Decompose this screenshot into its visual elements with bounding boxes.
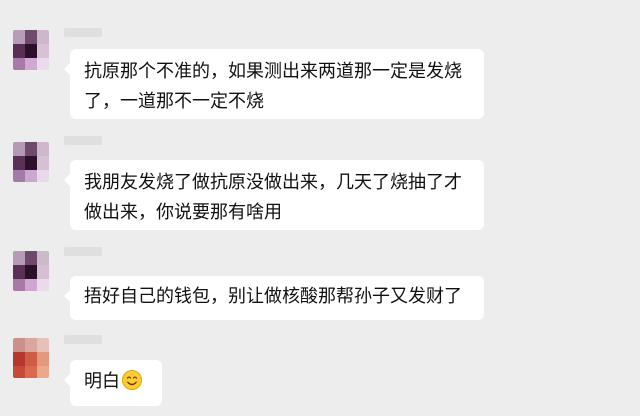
avatar[interactable]	[13, 30, 49, 70]
message-text-line: 了，一道那不一定不烧	[84, 91, 264, 112]
chat-thread: 抗原那个不准的，如果测出来两道那一定是发烧 了，一道那不一定不烧 我朋友发烧了做…	[0, 0, 640, 416]
avatar[interactable]	[13, 251, 49, 291]
sender-name	[64, 247, 102, 256]
message-bubble[interactable]: 我朋友发烧了做抗原没做出来，几天了烧抽了才 做出来，你说要那有啥用	[64, 160, 484, 230]
message-bubble[interactable]: 明白	[64, 360, 162, 406]
avatar[interactable]	[13, 338, 49, 378]
message-text-line: 抗原那个不准的，如果测出来两道那一定是发烧	[84, 61, 462, 82]
message-text-line: 我朋友发烧了做抗原没做出来，几天了烧抽了才	[84, 172, 462, 193]
message-bubble[interactable]: 抗原那个不准的，如果测出来两道那一定是发烧 了，一道那不一定不烧	[64, 49, 484, 119]
message-text-line: 捂好自己的钱包，别让做核酸那帮孙子又发财了	[84, 286, 462, 307]
message-text: 明白	[84, 371, 120, 392]
sender-name	[64, 136, 102, 145]
message-bubble[interactable]: 捂好自己的钱包，别让做核酸那帮孙子又发财了	[64, 276, 484, 320]
message-text-line: 做出来，你说要那有啥用	[84, 202, 282, 223]
sender-name	[64, 335, 102, 344]
sender-name	[64, 28, 102, 37]
avatar[interactable]	[13, 142, 49, 182]
smiling-face-emoji-icon	[122, 370, 142, 390]
